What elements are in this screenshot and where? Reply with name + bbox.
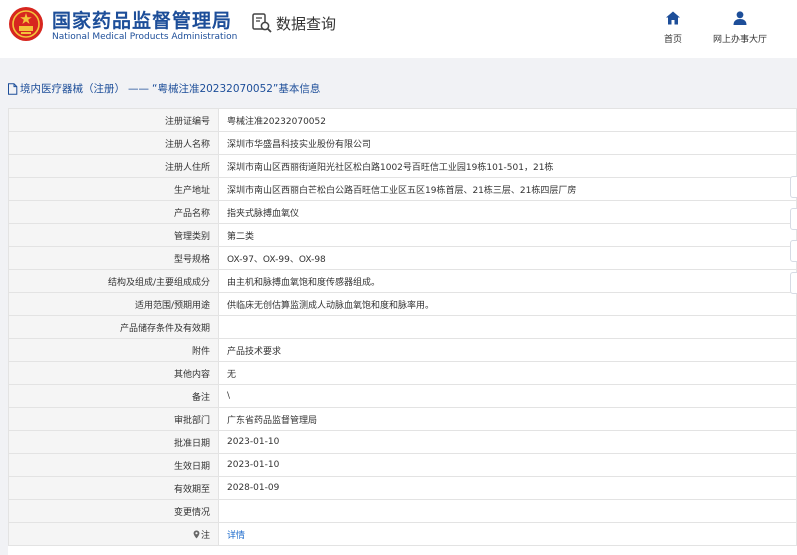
row-label: 有效期至 [8,476,219,500]
breadcrumb-section-link[interactable]: 境内医疗器械（注册） [20,81,125,96]
row-value: 由主机和脉搏血氧饱和度传感器组成。 [218,269,797,293]
row-label: 生产地址 [8,177,219,201]
row-label: 生效日期 [8,453,219,477]
row-label: 产品储存条件及有效期 [8,315,219,339]
table-row: 生产地址 深圳市南山区西丽白芒松白公路百旺信工业区五区19栋首层、21栋三层、21… [8,177,797,201]
nav-online-office-label: 网上办事大厅 [713,35,768,45]
detail-table: 注册证编号 粤械注准20232070052 注册人名称 深圳市华盛昌科技实业股份有限… [8,108,797,555]
row-value: 产品技术要求 [218,338,797,362]
table-row: 生效日期 2023-01-10 [8,453,797,477]
table-row: 审批部门 广东省药品监督管理局 [8,407,797,431]
table-row: 变更情况 [8,499,797,523]
nav-home-button[interactable]: 首页 [664,10,682,45]
data-query-title: 数据查询 [276,14,337,33]
row-label: 审批部门 [8,407,219,431]
note-row-value: 详情 [218,522,797,546]
row-value: 供临床无创估算监测成人动脉血氧饱和度和脉率用。 [218,292,797,316]
table-row: 有效期至 2028-01-09 [8,476,797,500]
side-widget-4[interactable] [790,272,797,294]
note-row-label: 注 [8,522,219,546]
document-icon [8,82,18,95]
table-row: 注册人住所 深圳市南山区西丽街道阳光社区松白路1002号百旺信工业园19栋101-… [8,154,797,178]
side-widget-3[interactable] [790,240,797,262]
national-emblem-icon [9,7,43,41]
row-label: 注册人名称 [8,131,219,155]
row-value: 粤械注准20232070052 [218,108,797,132]
row-value: 第二类 [218,223,797,247]
row-label: 管理类别 [8,223,219,247]
row-value: 2028-01-09 [218,476,797,500]
table-row: 产品储存条件及有效期 [8,315,797,339]
table-row: 批准日期 2023-01-10 [8,430,797,454]
breadcrumb: 境内医疗器械（注册） —— “粤械注准20232070052” 基本信息 [7,81,320,96]
table-row: 管理类别 第二类 [8,223,797,247]
breadcrumb-separator: —— [128,82,149,95]
table-row: 产品名称 指夹式脉搏血氧仪 [8,200,797,224]
details-link[interactable]: 详情 [227,531,245,541]
row-value: \ [218,384,797,408]
row-label: 结构及组成/主要组成成分 [8,269,219,293]
row-label: 变更情况 [8,499,219,523]
row-value [218,499,797,523]
table-row: 型号规格 OX-97、OX-99、OX-98 [8,246,797,270]
map-pin-icon [193,530,200,538]
detail-table-body: 注册证编号 粤械注准20232070052 注册人名称 深圳市华盛昌科技实业股份有限… [8,108,797,546]
breadcrumb-record: “粤械注准20232070052” [152,83,279,95]
table-row-note: 注 详情 [8,522,797,546]
table-row: 结构及组成/主要组成成分 由主机和脉搏血氧饱和度传感器组成。 [8,269,797,293]
data-query-link[interactable]: 数据查询 [251,12,336,34]
nav-online-office-button[interactable]: 网上办事大厅 [713,10,767,45]
row-value: 无 [218,361,797,385]
nav-home-label: 首页 [664,35,683,45]
row-label: 附件 [8,338,219,362]
side-widget-1[interactable] [790,176,797,198]
row-value: 2023-01-10 [218,453,797,477]
table-row: 备注 \ [8,384,797,408]
table-row: 注册人名称 深圳市华盛昌科技实业股份有限公司 [8,131,797,155]
row-value: OX-97、OX-99、OX-98 [218,246,797,270]
row-value: 指夹式脉搏血氧仪 [218,200,797,224]
org-name-en: National Medical Products Administration [52,32,238,42]
table-row: 注册证编号 粤械注准20232070052 [8,108,797,132]
row-value [218,315,797,339]
row-label: 备注 [8,384,219,408]
site-header: 国家药品监督管理局 National Medical Products Admi… [0,0,797,58]
document-search-icon [252,13,272,33]
breadcrumb-suffix: 基本信息 [278,83,321,95]
row-value: 广东省药品监督管理局 [218,407,797,431]
row-label: 产品名称 [8,200,219,224]
row-value: 深圳市南山区西丽街道阳光社区松白路1002号百旺信工业园19栋101-501，2… [218,154,797,178]
row-value: 深圳市华盛昌科技实业股份有限公司 [218,131,797,155]
row-label: 批准日期 [8,430,219,454]
user-icon [733,11,747,25]
row-label: 适用范围/预期用途 [8,292,219,316]
row-label: 注册证编号 [8,108,219,132]
table-row: 适用范围/预期用途 供临床无创估算监测成人动脉血氧饱和度和脉率用。 [8,292,797,316]
row-value: 2023-01-10 [218,430,797,454]
note-label-text: 注 [200,530,210,541]
side-widget-2[interactable] [790,208,797,230]
home-icon [666,11,680,25]
row-label: 注册人住所 [8,154,219,178]
org-name-cn: 国家药品监督管理局 [52,10,233,32]
row-label: 其他内容 [8,361,219,385]
row-label: 型号规格 [8,246,219,270]
table-row: 其他内容无 [8,361,797,385]
table-row: 附件 产品技术要求 [8,338,797,362]
row-value: 深圳市南山区西丽白芒松白公路百旺信工业区五区19栋首层、21栋三层、21栋四层厂… [218,177,797,201]
